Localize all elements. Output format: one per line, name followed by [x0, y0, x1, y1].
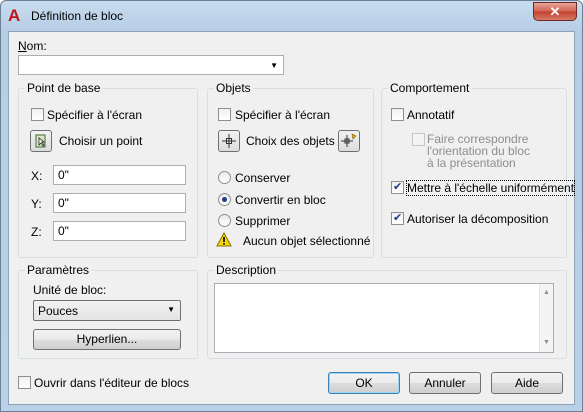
warning-icon: [216, 232, 232, 247]
objects-specify-onscreen-label: Spécifier à l'écran: [235, 108, 331, 122]
allow-explode-checkbox[interactable]: [391, 211, 404, 225]
base-specify-onscreen-label: Spécifier à l'écran: [47, 108, 143, 122]
behavior-title: Comportement: [388, 81, 472, 95]
base-point-title: Point de base: [25, 81, 103, 95]
z-input[interactable]: 0": [53, 221, 186, 241]
dialog-body: Nom: ▼ Point de base Spécifier à l'écran…: [8, 31, 576, 405]
objects-specify-onscreen-checkbox[interactable]: [218, 108, 231, 121]
open-in-editor-checkbox[interactable]: [18, 376, 31, 389]
match-orientation-line-3: à la présentation: [427, 156, 516, 170]
quick-select-button[interactable]: [338, 130, 360, 152]
scale-uniformly-checkbox[interactable]: [391, 180, 404, 194]
annotative-label: Annotatif: [407, 108, 455, 122]
scroll-down-icon[interactable]: ▼: [543, 336, 550, 350]
settings-title: Paramètres: [25, 263, 92, 277]
description-scrollbar[interactable]: ▲ ▼: [539, 284, 553, 352]
retain-label: Conserver: [235, 171, 291, 185]
pick-point-icon: [35, 134, 46, 148]
cancel-button[interactable]: Annuler: [409, 372, 481, 394]
match-orientation-label: Faire correspondre l'orientation du bloc…: [427, 133, 530, 169]
y-label: Y:: [31, 197, 42, 211]
pick-point-label: Choisir un point: [59, 134, 143, 148]
autocad-logo-icon: A: [8, 6, 21, 25]
description-input[interactable]: ▲ ▼: [214, 283, 554, 353]
y-input[interactable]: 0": [53, 193, 186, 213]
select-objects-button[interactable]: [218, 130, 240, 152]
description-title: Description: [214, 263, 279, 277]
x-input[interactable]: 0": [53, 165, 186, 185]
open-in-editor-label: Ouvrir dans l'éditeur de blocs: [34, 376, 190, 390]
help-button[interactable]: Aide: [491, 372, 563, 394]
block-unit-dropdown[interactable]: Pouces ▼: [33, 300, 181, 321]
retain-radio[interactable]: [218, 171, 231, 184]
allow-explode-label: Autoriser la décomposition: [407, 212, 549, 226]
block-unit-label: Unité de bloc:: [33, 283, 107, 297]
crosshair-icon: [222, 134, 236, 148]
delete-label: Supprimer: [235, 214, 291, 228]
chevron-down-icon: ▼: [167, 305, 175, 314]
z-label: Z:: [31, 225, 42, 239]
close-button[interactable]: ✕: [533, 2, 577, 21]
hyperlink-button[interactable]: Hyperlien...: [33, 329, 181, 350]
name-combo[interactable]: ▼: [18, 55, 284, 75]
delete-radio[interactable]: [218, 214, 231, 227]
dialog-window: A Définition de bloc ✕ Nom: ▼ Point de b…: [0, 0, 583, 412]
dropdown-arrow-icon: ▼: [270, 61, 278, 70]
ok-button[interactable]: OK: [328, 372, 400, 394]
match-orientation-checkbox[interactable]: [412, 133, 425, 146]
base-specify-onscreen-checkbox[interactable]: [31, 108, 44, 121]
scroll-up-icon[interactable]: ▲: [543, 286, 550, 300]
objects-title: Objets: [214, 81, 253, 95]
name-label: Nom:: [18, 39, 47, 53]
pick-point-button[interactable]: [30, 130, 52, 152]
convert-label: Convertir en bloc: [235, 193, 326, 207]
convert-radio[interactable]: [218, 193, 231, 206]
annotative-checkbox[interactable]: [391, 108, 404, 121]
scale-uniformly-label: Mettre à l'échelle uniformément: [405, 180, 576, 196]
selection-status: Aucun objet sélectionné: [243, 234, 371, 248]
quick-select-icon: [341, 133, 357, 147]
x-label: X:: [31, 169, 43, 183]
title-bar[interactable]: A Définition de bloc ✕: [1, 1, 582, 31]
select-objects-label: Choix des objets: [246, 134, 335, 148]
block-unit-value: Pouces: [38, 304, 79, 318]
dialog-title: Définition de bloc: [31, 9, 124, 23]
